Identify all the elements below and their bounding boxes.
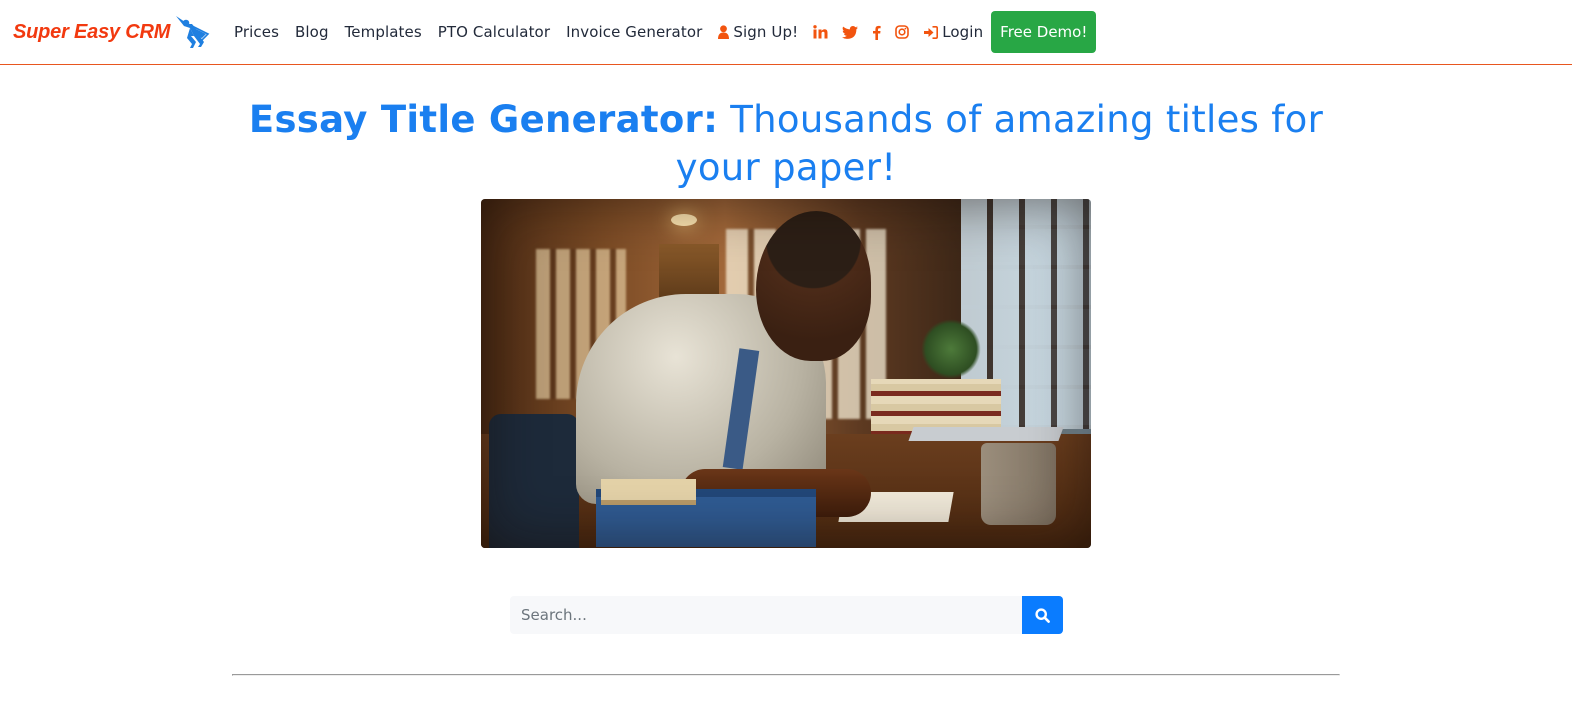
nav-link-invoice-generator[interactable]: Invoice Generator (558, 23, 710, 41)
twitter-icon (842, 25, 859, 39)
search-button[interactable] (1022, 596, 1063, 634)
content-divider (232, 674, 1340, 676)
brand-logo-link[interactable]: Super Easy CRM (13, 14, 210, 50)
page-title: Essay Title Generator: Thousands of amaz… (0, 96, 1572, 192)
instagram-link[interactable] (888, 25, 916, 39)
sign-in-icon (924, 25, 939, 39)
page-title-strong: Essay Title Generator: (248, 98, 719, 141)
search-icon (1035, 607, 1050, 623)
linkedin-icon (813, 25, 828, 39)
brand-name: Super Easy CRM (13, 20, 171, 43)
instagram-icon (895, 25, 910, 39)
navbar: Super Easy CRM Prices Blog Templates PTO… (0, 0, 1572, 65)
superhero-icon (176, 16, 210, 48)
search-form (510, 596, 1063, 634)
main-nav: Prices Blog Templates PTO Calculator Inv… (226, 0, 1097, 64)
nav-link-sign-up[interactable]: Sign Up! (710, 23, 806, 41)
image-vignette (481, 199, 1091, 548)
facebook-icon (873, 25, 881, 40)
page-title-rest: Thousands of amazing titles for your pap… (675, 98, 1324, 189)
facebook-link[interactable] (865, 25, 888, 40)
twitter-link[interactable] (835, 25, 865, 39)
sign-up-label: Sign Up! (733, 23, 799, 41)
hero-image (481, 199, 1091, 548)
linkedin-link[interactable] (806, 25, 835, 39)
user-icon (718, 25, 730, 39)
login-label: Login (942, 23, 984, 41)
nav-link-blog[interactable]: Blog (287, 23, 337, 41)
search-input[interactable] (510, 596, 1022, 634)
nav-link-login[interactable]: Login (916, 23, 991, 41)
nav-link-pto-calculator[interactable]: PTO Calculator (430, 23, 558, 41)
free-demo-button[interactable]: Free Demo! (991, 11, 1097, 53)
nav-link-prices[interactable]: Prices (226, 23, 287, 41)
nav-link-templates[interactable]: Templates (337, 23, 430, 41)
